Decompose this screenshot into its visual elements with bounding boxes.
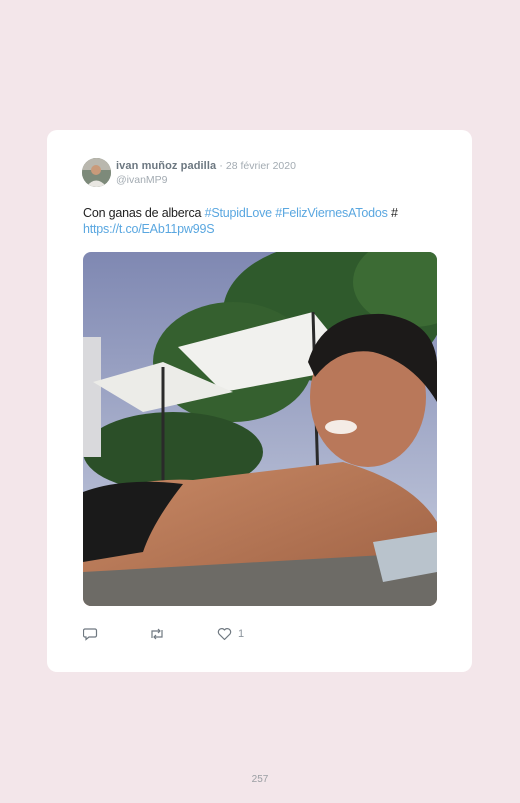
avatar[interactable]	[82, 158, 111, 187]
author-handle[interactable]: @ivanMP9	[116, 174, 168, 186]
separator-dot: ·	[219, 160, 223, 172]
author-name[interactable]: ivan muñoz padilla	[116, 160, 216, 172]
tweet-link[interactable]: https://t.co/EAb11pw99S	[83, 222, 215, 236]
reply-button[interactable]	[83, 627, 98, 641]
heart-icon	[217, 627, 232, 641]
hashtag-felizviernesatodos[interactable]: #FelizViernesATodos	[275, 206, 388, 220]
hashtag-fragment: #	[390, 206, 398, 220]
tweet-actions: 1	[83, 627, 437, 643]
retweet-icon	[149, 627, 165, 641]
like-button[interactable]: 1	[217, 627, 244, 641]
tweet-text-plain: Con ganas de alberca	[83, 206, 202, 220]
tweet-photo[interactable]	[83, 252, 437, 606]
tweet-date[interactable]: 28 février 2020	[226, 160, 296, 172]
reply-icon	[83, 627, 98, 641]
like-count: 1	[238, 628, 245, 640]
tweet-card: ivan muñoz padilla · 28 février 2020 @ivan…	[47, 130, 472, 672]
page-number: 257	[251, 774, 269, 785]
hashtag-stupidlove[interactable]: #StupidLove	[205, 206, 273, 220]
author-line: ivan muñoz padilla · 28 février 2020	[116, 160, 296, 172]
tweet-text: Con ganas de alberca #StupidLove #FelizV…	[83, 205, 443, 237]
retweet-button[interactable]	[149, 627, 165, 641]
